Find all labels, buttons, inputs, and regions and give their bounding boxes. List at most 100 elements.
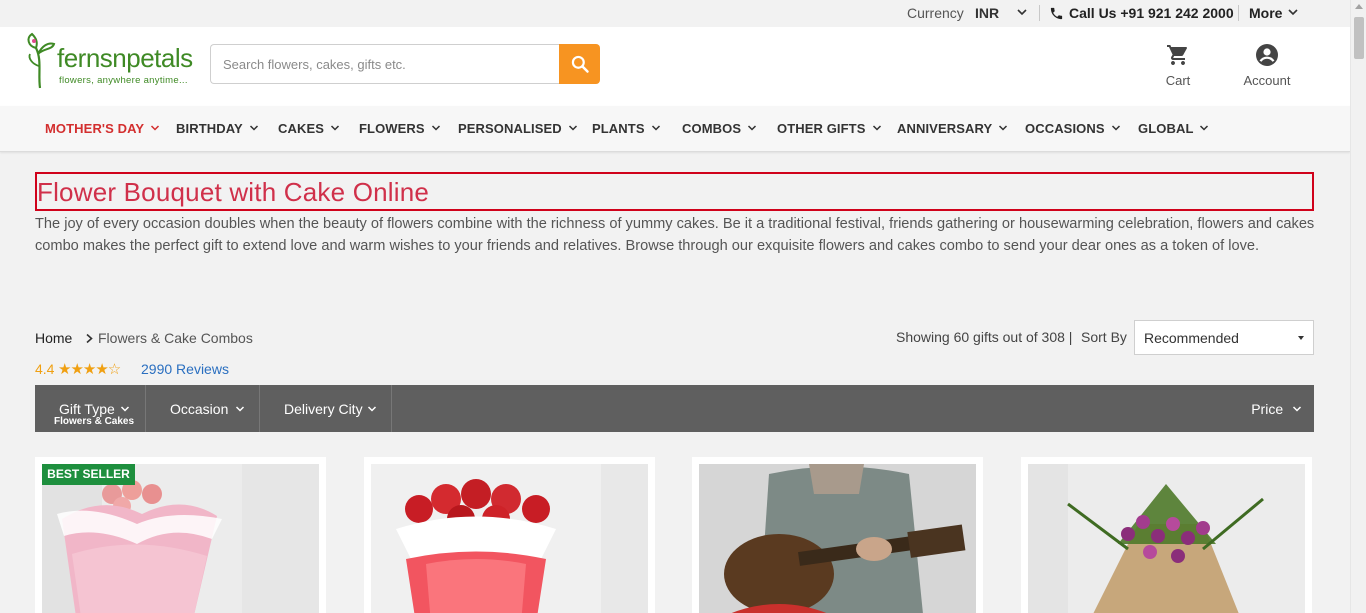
cart-button[interactable]: Cart [1163,43,1193,88]
reviews-link[interactable]: 2990 Reviews [141,361,229,377]
nav-item-cakes[interactable]: CAKES [278,121,340,136]
filter-gift-type[interactable]: Gift Type Flowers & Cakes [35,385,146,432]
nav-item-label: COMBOS [682,121,742,136]
nav-item-other-gifts[interactable]: OTHER GIFTS [777,121,882,136]
filter-selected-value: Flowers & Cakes [54,416,135,427]
site-logo[interactable]: fernsnpetals flowers, anywhere anytime..… [24,30,194,90]
breadcrumb-home[interactable]: Home [35,330,72,346]
chevron-down-icon [568,125,577,131]
nav-item-plants[interactable]: PLANTS [592,121,661,136]
nav-item-label: ANNIVERSARY [897,121,993,136]
page-scrollbar[interactable] [1350,0,1366,613]
chevron-down-icon [151,125,160,131]
nav-item-combos[interactable]: COMBOS [682,121,757,136]
filter-occasion[interactable]: Occasion [146,385,260,432]
logo-tagline: flowers, anywhere anytime... [59,75,188,86]
results-count: Showing 60 gifts out of 308 | [896,329,1073,345]
star-rating-icon: ★★★★☆ [58,361,121,378]
page-description: The joy of every occasion doubles when t… [35,216,1315,254]
product-card[interactable] [1021,457,1312,613]
filter-label: Price [1251,401,1284,417]
best-seller-badge: BEST SELLER [42,464,135,485]
pink-roses-bouquet-image [42,464,319,613]
search-input[interactable] [210,44,559,84]
scrollbar-thumb[interactable] [1354,17,1364,59]
currency-selector[interactable]: INR [975,5,999,21]
chevron-down-icon [872,125,881,131]
page-title-box: Flower Bouquet with Cake Online [35,172,1314,211]
account-button[interactable]: Account [1240,43,1294,88]
nav-item-flowers[interactable]: FLOWERS [359,121,441,136]
chevron-down-icon [748,125,757,131]
purple-orchids-bouquet-image [1028,464,1305,613]
chevron-down-icon [367,406,377,412]
filter-label: Delivery City [284,401,363,417]
sort-value: Recommended [1144,330,1239,346]
nav-item-anniversary[interactable]: ANNIVERSARY [897,121,1008,136]
search-button[interactable] [559,44,600,84]
nav-item-label: PLANTS [592,121,645,136]
product-card[interactable] [364,457,655,613]
product-image[interactable] [1028,464,1305,613]
red-carnations-bouquet-image [371,464,648,613]
sort-dropdown[interactable]: Recommended [1134,320,1314,355]
chevron-down-icon [651,125,660,131]
reviews-count: 2990 [141,361,173,377]
product-image[interactable] [42,464,319,613]
chevron-down-icon [235,406,245,412]
search-bar [210,44,600,84]
currency-label: Currency [907,5,964,21]
nav-item-label: MOTHER'S DAY [45,121,145,136]
nav-item-label: BIRTHDAY [176,121,243,136]
divider [1238,5,1239,21]
nav-item-label: FLOWERS [359,121,425,136]
nav-item-mothers-day[interactable]: MOTHER'S DAY [45,121,160,136]
filter-bar: Gift Type Flowers & Cakes Occasion Deliv… [35,385,1314,432]
phone-icon [1050,7,1063,20]
account-label: Account [1243,73,1291,88]
chevron-down-icon [330,125,340,131]
call-us-link[interactable]: Call Us +91 921 242 2000 [1069,5,1234,21]
filter-delivery-city[interactable]: Delivery City [260,385,392,432]
caret-down-icon [1298,336,1304,340]
filter-label: Occasion [170,401,229,417]
chevron-down-icon [120,406,130,412]
filter-label: Gift Type [59,401,115,417]
cart-label: Cart [1165,73,1191,88]
chevron-down-icon [999,125,1008,131]
nav-item-label: GLOBAL [1138,121,1194,136]
reviews-label: Reviews [176,361,229,377]
nav-item-label: OCCASIONS [1025,121,1105,136]
chevron-down-icon[interactable] [1287,6,1299,18]
flower-logo-icon [27,32,56,89]
main-navigation: MOTHER'S DAY BIRTHDAY CAKES FLOWERS PERS… [0,106,1350,152]
search-icon [571,55,589,73]
top-utility-bar: Currency INR Call Us +91 921 242 2000 Mo… [0,0,1350,27]
guitar-player-with-bouquet-image [699,464,976,613]
nav-item-label: CAKES [278,121,325,136]
product-card[interactable] [692,457,983,613]
nav-item-personalised[interactable]: PERSONALISED [458,121,578,136]
product-image[interactable] [699,464,976,613]
nav-item-label: OTHER GIFTS [777,121,866,136]
nav-item-occasions[interactable]: OCCASIONS [1025,121,1121,136]
rating-value: 4.4 [35,361,55,377]
nav-item-label: PERSONALISED [458,121,562,136]
nav-item-global[interactable]: GLOBAL [1138,121,1209,136]
chevron-right-icon [86,333,93,344]
scroll-up-icon[interactable] [1355,4,1363,9]
account-icon [1256,44,1278,66]
page-title: Flower Bouquet with Cake Online [37,177,430,207]
nav-item-birthday[interactable]: BIRTHDAY [176,121,259,136]
site-header: fernsnpetals flowers, anywhere anytime..… [0,27,1350,106]
cart-icon [1167,45,1187,65]
chevron-down-icon [1111,125,1120,131]
filter-price[interactable]: Price [1251,401,1302,417]
chevron-down-icon[interactable] [1016,6,1028,18]
breadcrumb-current: Flowers & Cake Combos [98,330,253,346]
sort-label: Sort By [1081,329,1127,345]
chevron-down-icon [431,125,440,131]
chevron-down-icon [1292,406,1302,412]
more-menu[interactable]: More [1249,5,1282,21]
product-image[interactable] [371,464,648,613]
